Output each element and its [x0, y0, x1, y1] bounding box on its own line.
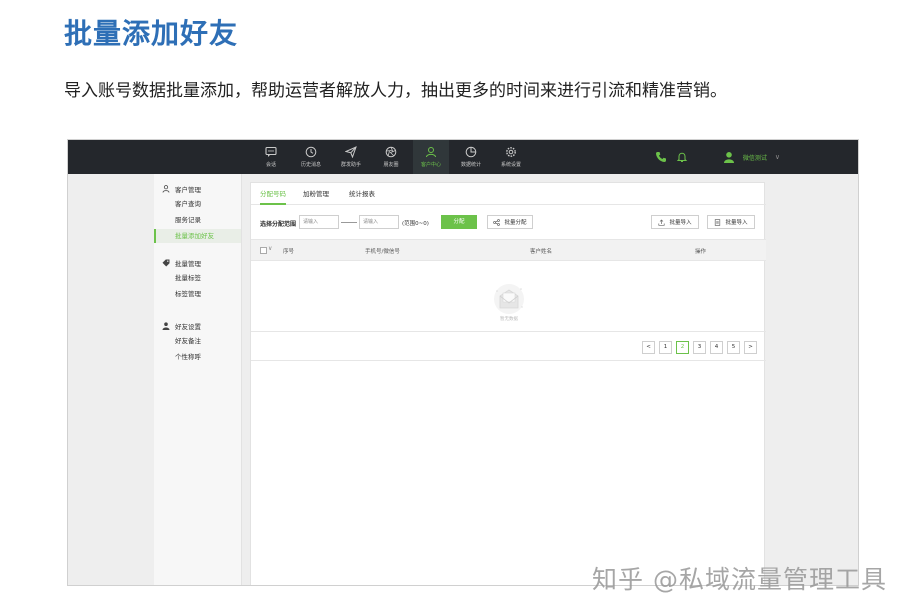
nav-label-chat: 会话 [265, 162, 276, 168]
empty-inbox-icon [494, 284, 524, 314]
sidebar-item-service-records[interactable]: 服务记录 [154, 213, 241, 227]
page-subtitle: 导入账号数据批量添加，帮助运营者解放人力，抽出更多的时间来进行引流和精准营销。 [64, 81, 727, 101]
nav-label-history: 历史消息 [300, 162, 321, 168]
assign-toolbar: 选择分配范围 请输入 请输入 (范围0~0) 分配 批量分配 批量导入 批量导入 [251, 211, 766, 235]
sidebar-item-tag-management[interactable]: 标签管理 [154, 287, 241, 301]
aperture-icon [385, 146, 397, 158]
watermark: 知乎 @私域流量管理工具 [592, 565, 887, 594]
gear-icon [506, 147, 516, 157]
user-name[interactable]: 微信测试 [743, 153, 767, 162]
nav-item-moments[interactable]: 朋友圈 [373, 140, 409, 174]
nav-label-moments: 朋友圈 [383, 162, 399, 168]
range-end-input[interactable]: 请输入 [359, 215, 399, 229]
user-tree-icon [162, 185, 170, 193]
chevron-down-icon[interactable]: ∨ [775, 153, 780, 161]
nav-item-history[interactable]: 历史消息 [293, 140, 329, 174]
pagination-next-button[interactable]: > [744, 341, 757, 354]
nav-label-statistics: 数据统计 [460, 162, 481, 168]
upload-icon [658, 219, 666, 226]
sidebar-item-custom-title[interactable]: 个性称呼 [154, 350, 241, 364]
sidebar-item-batch-add-friends[interactable]: 批量添加好友 [154, 229, 241, 243]
pagination-row: < 1 2 3 4 5 > [251, 331, 766, 361]
empty-state-text: 暂无数据 [500, 317, 518, 322]
pagination-page-4[interactable]: 4 [710, 341, 723, 354]
app-window: 会话 历史消息 群发助手 朋友圈 客户中心 数据统计 系统设置 微信测试 ∨ 客… [67, 139, 859, 586]
batch-import-button[interactable]: 批量导入 [651, 215, 699, 229]
phone-icon[interactable] [655, 151, 667, 163]
pagination-page-1[interactable]: 1 [659, 341, 672, 354]
batch-import-button-2[interactable]: 批量导入 [707, 215, 755, 229]
sidebar-group-label: 客户管理 [175, 186, 201, 194]
send-icon [345, 146, 357, 158]
table-header: ∨ 序号 手机号/微信号 客户姓名 操作 [251, 239, 766, 261]
sidebar-group-customer[interactable]: 客户管理 [162, 184, 201, 194]
sidebar: 客户管理 客户查询 服务记录 批量添加好友 批量管理 批量标签 标签管理 好友设… [154, 174, 242, 585]
sidebar-item-friend-remarks[interactable]: 好友备注 [154, 334, 241, 348]
clock-icon [305, 146, 317, 158]
sidebar-group-friend-settings[interactable]: 好友设置 [162, 321, 201, 331]
user-icon [162, 322, 170, 330]
pagination: < 1 2 3 4 5 > [638, 341, 757, 354]
nav-label-settings: 系统设置 [500, 162, 521, 168]
nav-item-statistics[interactable]: 数据统计 [453, 140, 489, 174]
pie-chart-icon [465, 146, 477, 158]
pagination-prev-button[interactable]: < [642, 341, 655, 354]
batch-import-label-2: 批量导入 [725, 220, 748, 226]
share-icon [493, 218, 501, 226]
range-start-input[interactable]: 请输入 [299, 215, 339, 229]
nav-item-settings[interactable]: 系统设置 [493, 140, 529, 174]
page-title: 批量添加好友 [64, 17, 239, 50]
column-header-phone: 手机号/微信号 [365, 249, 400, 255]
nav-label-broadcast: 群发助手 [340, 162, 361, 168]
top-right-actions: 微信测试 ∨ [655, 140, 780, 174]
range-hint: (范围0~0) [402, 221, 429, 227]
pagination-page-2[interactable]: 2 [676, 341, 689, 354]
tab-bar: 分配号码 加粉管理 统计报表 [251, 183, 766, 205]
main-panel: 分配号码 加粉管理 统计报表 选择分配范围 请输入 请输入 (范围0~0) 分配… [250, 182, 766, 585]
batch-assign-button[interactable]: 批量分配 [487, 215, 533, 229]
column-header-actions: 操作 [695, 249, 707, 255]
tab-fan-management[interactable]: 加粉管理 [303, 183, 329, 205]
sidebar-item-batch-tags[interactable]: 批量标签 [154, 271, 241, 285]
avatar[interactable] [723, 151, 735, 163]
select-all-checkbox[interactable] [260, 247, 267, 254]
nav-label-customer-center: 客户中心 [420, 162, 441, 168]
assign-button[interactable]: 分配 [441, 215, 477, 229]
batch-import-label: 批量导入 [669, 220, 692, 226]
nav-item-chat[interactable]: 会话 [253, 140, 289, 174]
file-icon [715, 218, 721, 226]
sidebar-item-customer-query[interactable]: 客户查询 [154, 197, 241, 211]
sidebar-group-batch[interactable]: 批量管理 [162, 258, 201, 268]
column-header-customer-name: 客户姓名 [530, 249, 553, 255]
column-header-index: 序号 [283, 249, 295, 255]
tab-statistics-report[interactable]: 统计报表 [349, 183, 375, 205]
nav-item-customer-center[interactable]: 客户中心 [413, 140, 449, 174]
top-navigation-bar: 会话 历史消息 群发助手 朋友圈 客户中心 数据统计 系统设置 微信测试 ∨ [68, 140, 858, 174]
bell-icon[interactable] [676, 151, 688, 163]
main-nav: 会话 历史消息 群发助手 朋友圈 客户中心 数据统计 系统设置 [253, 140, 533, 174]
range-separator [341, 222, 357, 223]
range-label: 选择分配范围 [260, 221, 297, 228]
chat-icon [265, 146, 277, 157]
tag-icon [162, 259, 170, 267]
chevron-down-icon[interactable]: ∨ [268, 245, 272, 252]
sidebar-group-label: 批量管理 [175, 260, 201, 268]
batch-assign-label: 批量分配 [504, 220, 527, 226]
nav-item-broadcast[interactable]: 群发助手 [333, 140, 369, 174]
pagination-page-3[interactable]: 3 [693, 341, 706, 354]
pagination-page-5[interactable]: 5 [727, 341, 740, 354]
tab-assign-numbers[interactable]: 分配号码 [260, 183, 286, 205]
user-center-icon [426, 147, 436, 158]
sidebar-group-label: 好友设置 [175, 323, 201, 331]
